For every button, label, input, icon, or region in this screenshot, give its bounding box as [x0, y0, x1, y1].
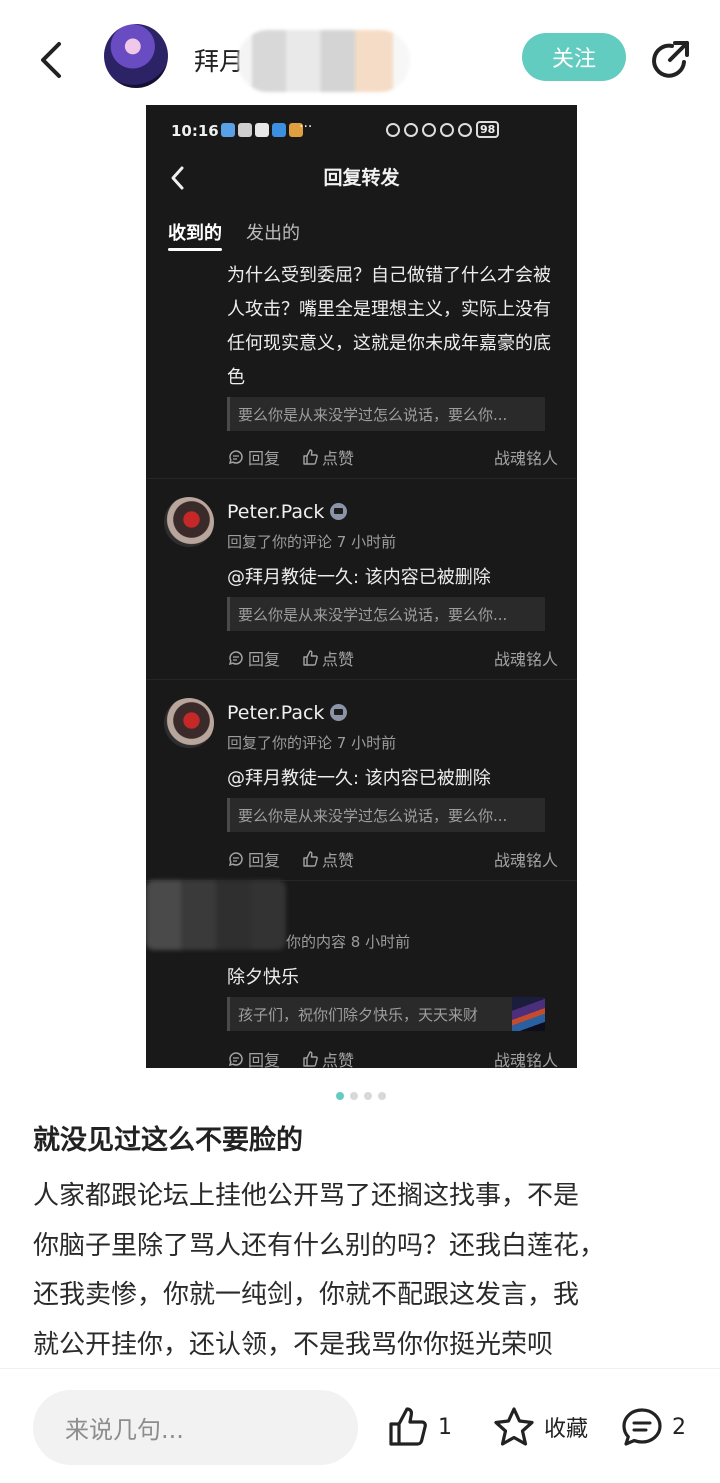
reply-tabs: 收到的 发出的: [168, 219, 300, 251]
comment-count: 2: [672, 1414, 686, 1440]
comment-bubble-icon: [622, 1408, 662, 1446]
verified-badge-icon: [330, 503, 348, 520]
like-button[interactable]: 1: [386, 1405, 452, 1449]
reply-label: 回复: [248, 650, 281, 669]
reply-action: 回复: [228, 1047, 280, 1068]
reply-actions: 回复 点赞 战魂铭人: [228, 1047, 558, 1068]
star-icon: [494, 1407, 534, 1446]
content-thumbnail: [512, 997, 545, 1031]
like-label: 点赞: [322, 1051, 355, 1068]
thumbs-up-icon: [303, 1051, 318, 1067]
author-name[interactable]: 拜月: [194, 42, 244, 78]
post-body: 人家都跟论坛上挂他公开骂了还搁这找事，不是 你脑子里除了骂人还有什么别的吗？还我…: [33, 1172, 693, 1370]
like-action: 点赞: [302, 1047, 354, 1068]
reply-action: 回复: [228, 847, 280, 871]
status-time: 10:16: [171, 122, 219, 140]
like-action: 点赞: [302, 445, 354, 469]
reply-icon: [228, 651, 243, 666]
comment-button[interactable]: 2: [620, 1405, 686, 1449]
comment-input[interactable]: 来说几句...: [33, 1390, 358, 1465]
item-game-tag: 战魂铭人: [493, 1051, 558, 1068]
item-game-tag: 战魂铭人: [493, 851, 558, 870]
item-text: 除夕快乐: [227, 967, 299, 988]
post-body-line: 你脑子里除了骂人还有什么别的吗？还我白莲花，: [33, 1230, 606, 1261]
reply-actions: 回复 点赞 战魂铭人: [228, 646, 558, 670]
tab-received: 收到的: [168, 219, 222, 251]
reply-icon: [228, 1052, 243, 1067]
item-text: @拜月教徒一久: 该内容已被删除: [227, 567, 491, 588]
back-arrow-icon: [41, 42, 61, 78]
item-meta: 回复了你的评论 7 小时前: [227, 533, 397, 551]
item-username: Peter.Pack: [227, 702, 348, 724]
thumbs-up-icon: [303, 650, 318, 666]
reply-icon: [228, 450, 243, 465]
item-game-tag: 战魂铭人: [493, 650, 558, 669]
post-image-screenshot[interactable]: 10:16 ··· 98 回复转发 收到的 发出的 为什么受到委屈？自己做错了什…: [146, 105, 577, 1068]
reply-label: 回复: [248, 851, 281, 870]
verified-badge-icon: [330, 704, 348, 721]
thumbs-up-icon: [303, 851, 318, 867]
back-button[interactable]: [28, 36, 76, 84]
item-meta: 回复了你的评论 7 小时前: [227, 734, 397, 752]
reply-icon: [228, 852, 243, 867]
item-meta: 你的内容 8 小时前: [286, 933, 411, 951]
tab-sent: 发出的: [246, 223, 300, 244]
reply-content: 为什么受到委屈？自己做错了什么才会被人攻击？嘴里全是理想主义，实际上没有任何现实…: [227, 265, 551, 388]
collect-button[interactable]: 收藏: [492, 1405, 588, 1449]
thumbs-up-icon: [303, 449, 318, 465]
bottom-action-bar: 来说几句... 1 收藏 2: [0, 1368, 720, 1483]
phone-status-bar: 10:16 ··· 98: [146, 105, 577, 155]
follow-button[interactable]: 关注: [522, 33, 626, 81]
post-title: 就没见过这么不要脸的: [33, 1125, 303, 1156]
reply-actions: 回复 点赞 战魂铭人: [228, 847, 558, 871]
quoted-comment: 要么你是从来没学过怎么说话，要么你...: [227, 798, 545, 832]
post-body-line: 还我卖惨，你就一纯剑，你就不配跟这发言，我: [33, 1280, 580, 1310]
like-label: 点赞: [322, 449, 355, 468]
avatar: [164, 497, 214, 547]
quoted-comment: 孩子们，祝你们除夕快乐，天天来财: [227, 997, 545, 1031]
carousel-indicator: [336, 1092, 386, 1100]
quoted-comment: 要么你是从来没学过怎么说话，要么你...: [227, 597, 545, 631]
status-more-dots: ···: [299, 119, 313, 135]
like-label: 点赞: [322, 851, 355, 870]
collect-label: 收藏: [544, 1417, 589, 1442]
status-system-icons: 98: [386, 121, 500, 138]
reply-label: 回复: [248, 449, 281, 468]
like-action: 点赞: [302, 646, 354, 670]
item-text: @拜月教徒一久: 该内容已被删除: [227, 768, 491, 789]
redacted-name-blur: [238, 30, 410, 92]
like-label: 点赞: [322, 650, 355, 669]
divider: [146, 478, 577, 479]
battery-level: 98: [476, 121, 500, 138]
screen-title: 回复转发: [323, 167, 400, 189]
reply-actions: 回复 点赞 战魂铭人: [228, 445, 558, 469]
carousel-dot[interactable]: [350, 1092, 358, 1100]
reply-action: 回复: [228, 646, 280, 670]
redacted-user-blur: [146, 880, 286, 950]
share-button[interactable]: [646, 36, 694, 84]
reply-action: 回复: [228, 445, 280, 469]
item-username: Peter.Pack: [227, 501, 348, 523]
divider: [146, 679, 577, 680]
author-avatar[interactable]: [104, 24, 168, 88]
carousel-dot[interactable]: [364, 1092, 372, 1100]
quoted-comment: 要么你是从来没学过怎么说话，要么你...: [227, 397, 545, 431]
like-action: 点赞: [302, 847, 354, 871]
share-icon: [652, 41, 689, 78]
thumbs-up-icon: [389, 1407, 427, 1446]
post-body-line: 就公开挂你，还认领，不是我骂你你挺光荣呗: [33, 1329, 554, 1360]
post-header: 拜月 关注: [0, 0, 720, 118]
carousel-dot-active[interactable]: [336, 1092, 344, 1100]
avatar: [164, 698, 214, 748]
carousel-dot[interactable]: [378, 1092, 386, 1100]
post-body-line: 人家都跟论坛上挂他公开骂了还搁这找事，不是: [33, 1181, 580, 1211]
item-game-tag: 战魂铭人: [493, 449, 558, 468]
reply-label: 回复: [248, 1051, 281, 1068]
like-count: 1: [438, 1414, 452, 1440]
status-app-icons: [221, 123, 303, 137]
